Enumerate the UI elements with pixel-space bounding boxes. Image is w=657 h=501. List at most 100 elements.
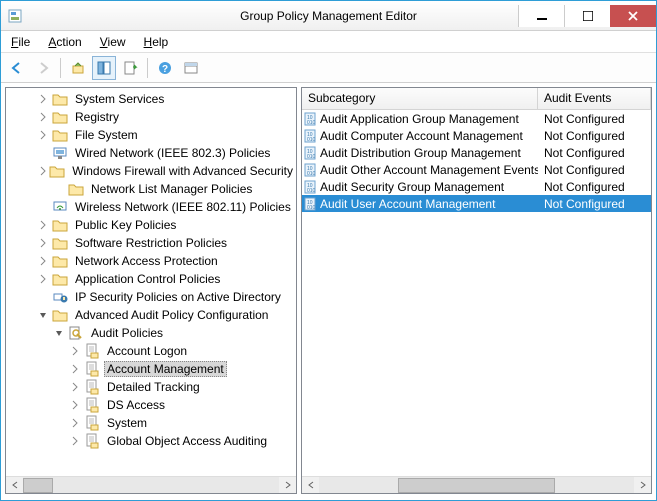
expand-icon[interactable]: [38, 166, 49, 176]
expand-icon[interactable]: [38, 256, 52, 266]
tree-item[interactable]: Software Restriction Policies: [6, 234, 296, 252]
list-row[interactable]: 10010Audit Computer Account ManagementNo…: [302, 127, 651, 144]
tree-item[interactable]: Detailed Tracking: [6, 378, 296, 396]
tree-item[interactable]: System Services: [6, 90, 296, 108]
folder-icon: [52, 109, 68, 125]
expand-icon[interactable]: [70, 418, 84, 428]
toolbar: ?: [1, 53, 656, 83]
tree-item[interactable]: Account Logon: [6, 342, 296, 360]
expand-icon[interactable]: [38, 238, 52, 248]
folder-icon: [49, 163, 65, 179]
export-list-button[interactable]: [118, 56, 142, 80]
expand-icon[interactable]: [70, 436, 84, 446]
tree-item[interactable]: File System: [6, 126, 296, 144]
tree-item[interactable]: Public Key Policies: [6, 216, 296, 234]
list-row[interactable]: 10010Audit Application Group ManagementN…: [302, 110, 651, 127]
policy-tree[interactable]: System ServicesRegistryFile SystemWired …: [6, 88, 296, 476]
scroll-left-icon[interactable]: [302, 477, 319, 494]
expand-icon[interactable]: [38, 274, 52, 284]
cell-subcategory: Audit Computer Account Management: [320, 129, 538, 143]
list-header: Subcategory Audit Events: [302, 88, 651, 110]
tree-item[interactable]: Network List Manager Policies: [6, 180, 296, 198]
tree-item[interactable]: DS Access: [6, 396, 296, 414]
folder-icon: [52, 91, 68, 107]
back-button[interactable]: [5, 56, 29, 80]
tree-item[interactable]: Registry: [6, 108, 296, 126]
expand-icon[interactable]: [38, 112, 52, 122]
forward-button[interactable]: [31, 56, 55, 80]
expand-icon[interactable]: [38, 310, 52, 320]
tree-item[interactable]: Account Management: [6, 360, 296, 378]
scroll-right-icon[interactable]: [634, 477, 651, 494]
cell-audit-events: Not Configured: [538, 180, 651, 194]
maximize-button[interactable]: [564, 5, 610, 27]
expand-icon[interactable]: [54, 328, 68, 338]
tree-item[interactable]: Advanced Audit Policy Configuration: [6, 306, 296, 324]
list-row[interactable]: 10010Audit Other Account Management Even…: [302, 161, 651, 178]
scroll-right-icon[interactable]: [279, 477, 296, 494]
folder-icon: [52, 217, 68, 233]
toolbar-separator: [60, 58, 61, 78]
svg-text:010: 010: [307, 188, 316, 194]
properties-button[interactable]: [179, 56, 203, 80]
svg-text:010: 010: [307, 205, 316, 211]
column-audit-events[interactable]: Audit Events: [538, 88, 651, 109]
list-row[interactable]: 10010Audit User Account ManagementNot Co…: [302, 195, 651, 212]
expand-icon[interactable]: [38, 130, 52, 140]
policy-icon: 10010: [302, 180, 320, 194]
folder-icon: [52, 127, 68, 143]
tree-horizontal-scrollbar[interactable]: [6, 476, 296, 493]
scroll-thumb[interactable]: [398, 478, 556, 493]
tree-item[interactable]: System: [6, 414, 296, 432]
scroll-left-icon[interactable]: [6, 477, 23, 494]
help-button[interactable]: ?: [153, 56, 177, 80]
expand-icon[interactable]: [70, 364, 84, 374]
tree-item[interactable]: Global Object Access Auditing: [6, 432, 296, 450]
tree-item[interactable]: IP Security Policies on Active Directory: [6, 288, 296, 306]
list-row[interactable]: 10010Audit Distribution Group Management…: [302, 144, 651, 161]
menu-view[interactable]: View: [92, 33, 134, 51]
show-hide-tree-button[interactable]: [92, 56, 116, 80]
svg-text:010: 010: [307, 154, 316, 160]
folder-icon: [68, 181, 84, 197]
folder-icon: [52, 253, 68, 269]
menu-bar: File Action View Help: [1, 31, 656, 53]
tree-item[interactable]: Windows Firewall with Advanced Security: [6, 162, 296, 180]
menu-file[interactable]: File: [3, 33, 38, 51]
tree-item-label: Software Restriction Policies: [72, 235, 230, 251]
column-subcategory[interactable]: Subcategory: [302, 88, 538, 109]
wired-icon: [52, 145, 68, 161]
tree-item-label: Global Object Access Auditing: [104, 433, 270, 449]
tree-item[interactable]: Wireless Network (IEEE 802.11) Policies: [6, 198, 296, 216]
close-button[interactable]: [610, 5, 656, 27]
cell-subcategory: Audit User Account Management: [320, 197, 538, 211]
cell-audit-events: Not Configured: [538, 129, 651, 143]
tree-item-label: Windows Firewall with Advanced Security: [69, 163, 296, 179]
scroll-thumb[interactable]: [23, 478, 53, 493]
up-button[interactable]: [66, 56, 90, 80]
tree-pane: System ServicesRegistryFile SystemWired …: [5, 87, 297, 494]
tree-item-label: IP Security Policies on Active Directory: [72, 289, 284, 305]
subcategory-list[interactable]: 10010Audit Application Group ManagementN…: [302, 110, 651, 476]
list-horizontal-scrollbar[interactable]: [302, 476, 651, 493]
tree-item-label: Registry: [72, 109, 122, 125]
menu-help[interactable]: Help: [136, 33, 177, 51]
scroll-track[interactable]: [23, 477, 279, 494]
scroll-track[interactable]: [319, 477, 634, 494]
doc-icon: [84, 361, 100, 377]
expand-icon[interactable]: [70, 382, 84, 392]
expand-icon[interactable]: [70, 400, 84, 410]
tree-item[interactable]: Audit Policies: [6, 324, 296, 342]
app-icon: [7, 8, 23, 24]
tree-item[interactable]: Network Access Protection: [6, 252, 296, 270]
expand-icon[interactable]: [70, 346, 84, 356]
tree-item[interactable]: Application Control Policies: [6, 270, 296, 288]
expand-icon[interactable]: [38, 94, 52, 104]
expand-icon[interactable]: [38, 220, 52, 230]
minimize-button[interactable]: [518, 5, 564, 27]
menu-action[interactable]: Action: [40, 33, 89, 51]
list-row[interactable]: 10010Audit Security Group ManagementNot …: [302, 178, 651, 195]
svg-text:?: ?: [162, 64, 168, 75]
tree-item[interactable]: Wired Network (IEEE 802.3) Policies: [6, 144, 296, 162]
tree-item-label: Wireless Network (IEEE 802.11) Policies: [72, 199, 294, 215]
